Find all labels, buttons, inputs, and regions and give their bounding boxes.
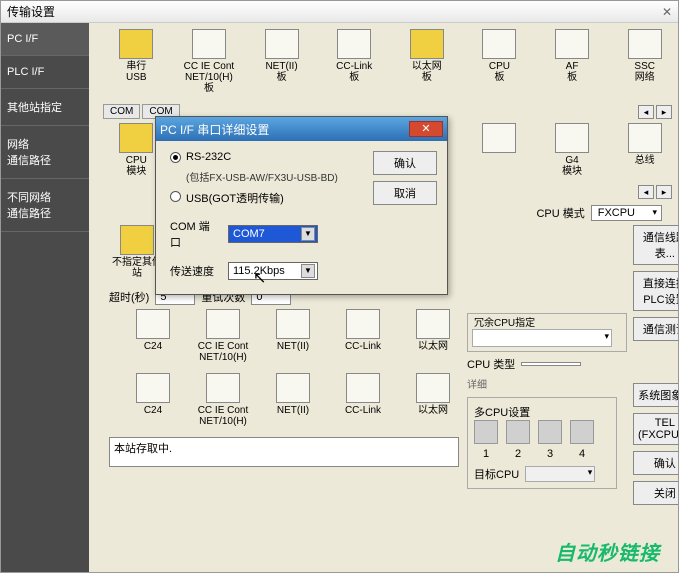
scroll-right-icon[interactable]: ▸ (656, 105, 672, 119)
radio-rs232c-sub: (包括FX-USB-AW/FX3U-USB-BD) (186, 169, 363, 184)
mc-slot-4[interactable] (570, 420, 594, 444)
icon-g4-module[interactable]: G4 模块 (545, 123, 600, 177)
nav-pc-if[interactable]: PC I/F (1, 23, 89, 56)
icon-af-board[interactable]: AF 板 (545, 29, 600, 94)
nav-plc-if[interactable]: PLC I/F (1, 56, 89, 89)
dialog-close-icon[interactable]: ✕ (409, 121, 443, 137)
chevron-down-icon: ▼ (301, 227, 315, 241)
window-title: 传输设置 (7, 3, 55, 20)
serial-detail-dialog: PC I/F 串口详细设置 ✕ RS-232C (包括FX-USB-AW/FX3… (155, 116, 448, 295)
r2-ccie[interactable]: CC IE Cont NET/10(H) (197, 373, 249, 427)
detail-label: 详细 (467, 376, 627, 391)
redundant-fieldset: 冗余CPU指定 (467, 313, 627, 352)
target-cpu-select[interactable] (525, 466, 595, 482)
com-port-select[interactable]: COM7▼ (228, 225, 318, 243)
nav-diff-network-route[interactable]: 不同网络 通信路径 (1, 179, 89, 232)
tab-com-1[interactable]: COM (103, 104, 140, 119)
watermark: 自动秒链接 (555, 537, 660, 566)
ok-button[interactable]: 确认 (633, 451, 678, 475)
comm-route-list-button[interactable]: 通信线路表... (633, 225, 678, 265)
pcif-icon-row: 串行 USB CC IE Cont NET/10(H)板 NET(II) 板 C… (109, 29, 672, 94)
com-port-label: COM 端口 (170, 218, 220, 250)
cpu-mode-select[interactable]: FXCPU (591, 205, 662, 221)
icon-cpu-board[interactable]: CPU 板 (472, 29, 527, 94)
close-button[interactable]: 关闭 (633, 481, 678, 505)
scroll-right-icon-2[interactable]: ▸ (656, 185, 672, 199)
icon-bus[interactable]: 总线 (617, 123, 672, 177)
mc-slot-2[interactable] (506, 420, 530, 444)
close-icon[interactable]: ✕ (662, 5, 672, 19)
radio-rs232c[interactable]: RS-232C (170, 151, 363, 163)
icon-plc-6[interactable] (472, 123, 527, 177)
r1-ccie[interactable]: CC IE Cont NET/10(H) (197, 309, 249, 363)
r1-netii[interactable]: NET(II) (267, 309, 319, 363)
dialog-cancel-button[interactable]: 取消 (373, 181, 437, 205)
redundant-select[interactable] (472, 329, 612, 347)
icon-cc-ie-cont[interactable]: CC IE Cont NET/10(H)板 (182, 29, 237, 94)
mc-slot-3[interactable] (538, 420, 562, 444)
r2-cclink[interactable]: CC-Link (337, 373, 389, 427)
icon-ethernet[interactable]: 以太网 板 (400, 29, 455, 94)
timeout-label: 超时(秒) (109, 289, 149, 305)
left-nav: PC I/F PLC I/F 其他站指定 网络 通信路径 不同网络 通信路径 (1, 23, 89, 572)
r2-eth[interactable]: 以太网 (407, 373, 459, 427)
speed-select[interactable]: 115.2Kbps▼ (228, 262, 318, 280)
system-image-button[interactable]: 系统图象... (633, 383, 678, 407)
r2-c24[interactable]: C24 (127, 373, 179, 427)
dialog-title: PC I/F 串口详细设置 (160, 121, 269, 138)
icon-net-ii[interactable]: NET(II) 板 (254, 29, 309, 94)
radio-dot-icon (170, 152, 181, 163)
scroll-left-icon-2[interactable]: ◂ (638, 185, 654, 199)
cpu-type-input[interactable] (521, 362, 581, 366)
icon-serial-usb[interactable]: 串行 USB (109, 29, 164, 94)
multi-cpu-fieldset: 多CPU设置 1 2 3 (467, 397, 617, 489)
tel-fxcpu-button[interactable]: TEL (FXCPU)... (633, 413, 678, 445)
dialog-ok-button[interactable]: 确认 (373, 151, 437, 175)
radio-usb-got[interactable]: USB(GOT透明传输) (170, 190, 363, 206)
cpu-type-label: CPU 类型 (467, 356, 515, 372)
icon-ssc-net[interactable]: SSC 网络 (617, 29, 672, 94)
radio-dot-icon (170, 191, 181, 202)
speed-label: 传送速度 (170, 263, 220, 279)
direct-plc-button[interactable]: 直接连接PLC设置 (633, 271, 678, 311)
titlebar: 传输设置 ✕ (1, 1, 678, 23)
r1-cclink[interactable]: CC-Link (337, 309, 389, 363)
content-pane: 串行 USB CC IE Cont NET/10(H)板 NET(II) 板 C… (89, 23, 678, 572)
mc-slot-1[interactable] (474, 420, 498, 444)
route2-icons: C24 CC IE Cont NET/10(H) NET(II) CC-Link… (127, 373, 459, 427)
comm-test-button[interactable]: 通信测试 (633, 317, 678, 341)
cpu-mode-label: CPU 模式 (536, 205, 584, 221)
target-cpu-label: 目标CPU (474, 466, 519, 482)
dialog-titlebar[interactable]: PC I/F 串口详细设置 ✕ (156, 117, 447, 141)
r1-c24[interactable]: C24 (127, 309, 179, 363)
icon-cclink[interactable]: CC-Link 板 (327, 29, 382, 94)
scroll-left-icon[interactable]: ◂ (638, 105, 654, 119)
status-bar: 本站存取中. (109, 437, 459, 467)
r2-netii[interactable]: NET(II) (267, 373, 319, 427)
route1-icons: C24 CC IE Cont NET/10(H) NET(II) CC-Link… (127, 309, 459, 363)
chevron-down-icon: ▼ (301, 264, 315, 278)
nav-other-station[interactable]: 其他站指定 (1, 89, 89, 126)
r1-eth[interactable]: 以太网 (407, 309, 459, 363)
nav-network-route[interactable]: 网络 通信路径 (1, 126, 89, 179)
